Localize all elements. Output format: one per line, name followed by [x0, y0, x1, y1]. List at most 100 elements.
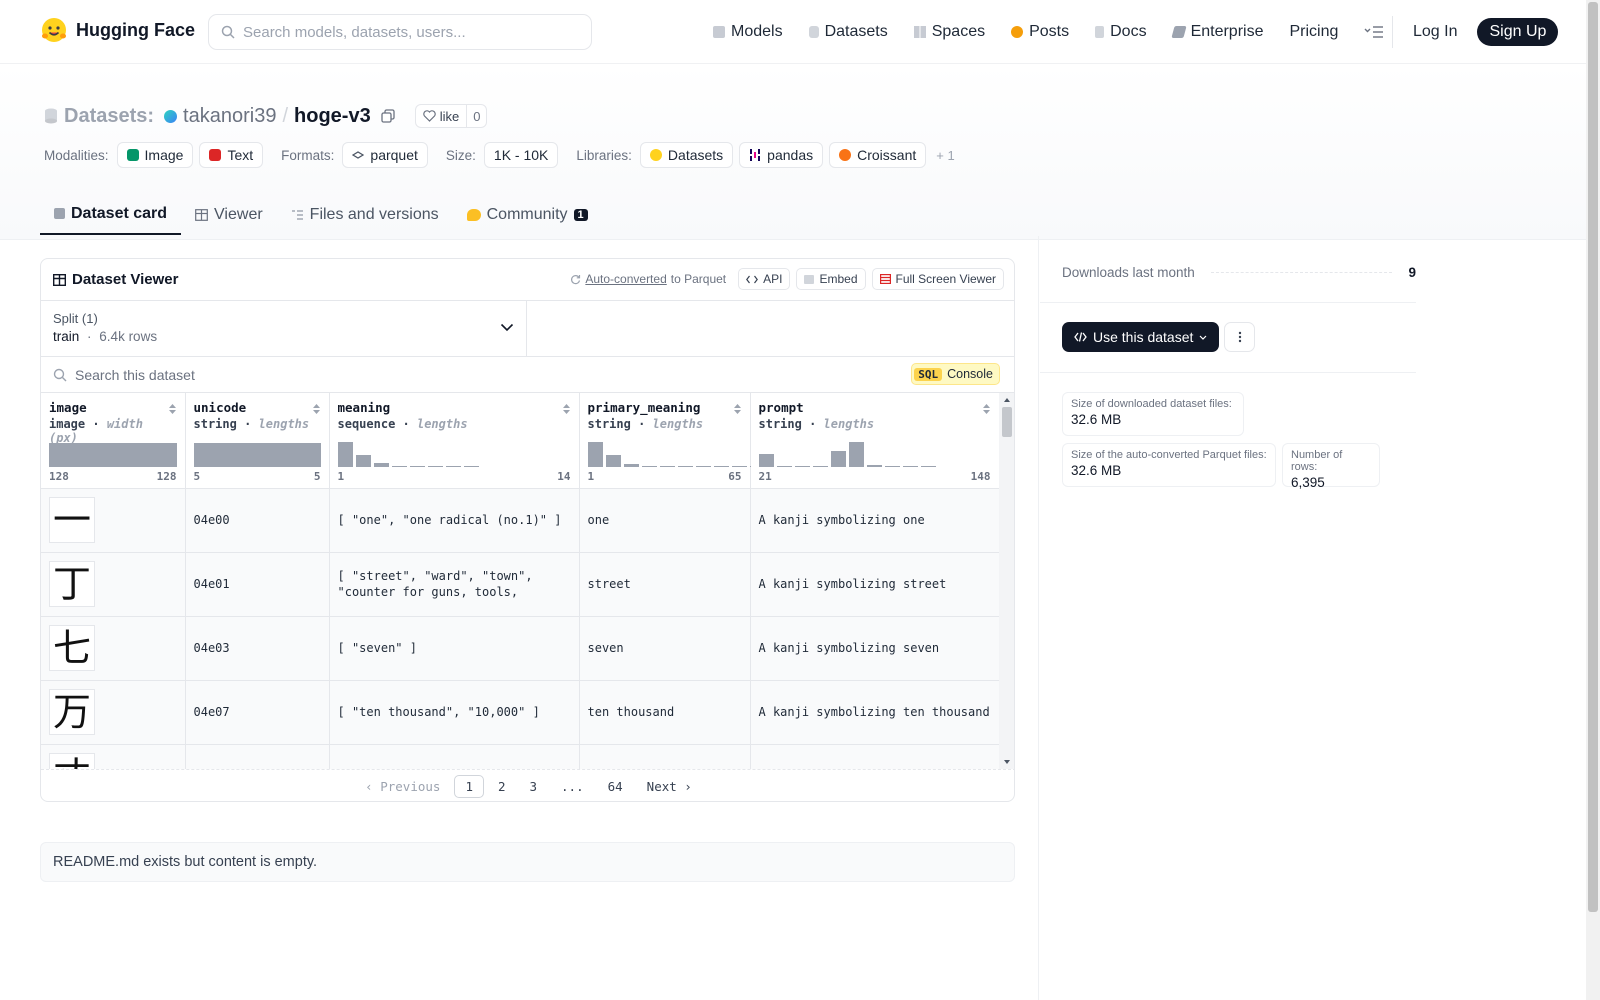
tag-parquet[interactable]: parquet	[342, 142, 428, 168]
nav-posts[interactable]: Posts	[998, 0, 1082, 64]
cell-image[interactable]: 丁	[41, 552, 186, 617]
cell-prompt[interactable]: A kanji symbolizing street	[750, 552, 999, 617]
page-3-button[interactable]: 3	[520, 776, 548, 797]
cell-unicode[interactable]: 04e03	[185, 616, 330, 681]
page-scrollbar[interactable]	[1586, 0, 1600, 1000]
sort-icon[interactable]	[562, 403, 571, 415]
cell-image[interactable]: 丈	[41, 744, 186, 769]
fullscreen-button[interactable]: Full Screen Viewer	[871, 268, 1004, 290]
histogram-bar[interactable]	[445, 466, 461, 467]
tab-files[interactable]: Files and versions	[277, 194, 453, 235]
histogram-bar[interactable]	[355, 455, 371, 467]
histogram-bar[interactable]	[193, 443, 321, 467]
page-64-button[interactable]: 64	[598, 776, 633, 797]
column-header-image[interactable]: image image · width (px) 128 128	[41, 393, 186, 489]
tag-croissant-lib[interactable]: Croissant	[829, 142, 927, 168]
histogram-bar[interactable]	[713, 466, 729, 467]
histogram-bar[interactable]	[677, 466, 693, 467]
owner-link[interactable]: takanori39	[183, 105, 276, 128]
histogram-bar[interactable]	[659, 466, 675, 467]
cell-image[interactable]: 万	[41, 680, 186, 745]
histogram-bar[interactable]	[920, 466, 936, 467]
cell-unicode[interactable]: 04e00	[185, 488, 330, 553]
tag-text[interactable]: Text	[199, 142, 264, 168]
table-scrollbar[interactable]	[999, 393, 1015, 769]
cell-unicode[interactable]: 04e07	[185, 680, 330, 745]
histogram-bar[interactable]	[758, 454, 774, 467]
histogram-bar[interactable]	[391, 466, 407, 467]
cell-prompt[interactable]: A kanji symbolizing ten thousand	[750, 680, 999, 745]
tag-size[interactable]: 1K - 10K	[483, 142, 559, 168]
cell-image[interactable]: 一	[41, 488, 186, 553]
auto-converted-link[interactable]: Auto-converted	[585, 272, 666, 286]
kanji-image[interactable]: 一	[49, 497, 95, 543]
nav-docs[interactable]: Docs	[1082, 0, 1159, 64]
kanji-image[interactable]: 丈	[49, 753, 95, 769]
cell-primary-meaning[interactable]: ten thousand	[579, 680, 751, 745]
use-dataset-button[interactable]: Use this dataset	[1062, 322, 1220, 352]
split-select[interactable]: Split (1) train · 6.4k rows	[41, 301, 527, 357]
table-row[interactable]: 一 04e00 [ "one", "one radical (no.1)" ] one…	[41, 488, 999, 553]
histogram-bar[interactable]	[812, 466, 828, 467]
histogram-bar[interactable]	[605, 455, 621, 467]
previous-page-button[interactable]: ‹ Previous	[355, 776, 450, 797]
sql-console-button[interactable]: SQL Console	[911, 363, 1000, 385]
nav-datasets[interactable]: Datasets	[796, 0, 901, 64]
histogram-bar[interactable]	[794, 466, 810, 467]
cell-image[interactable]: 七	[41, 616, 186, 681]
sort-icon[interactable]	[168, 403, 177, 415]
embed-button[interactable]: Embed	[796, 268, 866, 290]
login-link[interactable]: Log In	[1405, 23, 1465, 41]
histogram-bar[interactable]	[623, 464, 639, 467]
cell-meaning[interactable]: [ "seven" ]	[329, 616, 580, 681]
histogram-bar[interactable]	[587, 442, 603, 467]
dataset-search[interactable]: SQLConsole	[41, 357, 1014, 393]
owner-avatar[interactable]	[164, 109, 178, 123]
histogram-bar[interactable]	[884, 466, 900, 467]
scroll-up-icon[interactable]	[999, 395, 1015, 405]
histogram-bar[interactable]	[902, 466, 918, 467]
cell-meaning[interactable]: [ "length", "ten shaku",	[329, 744, 580, 769]
nav-models[interactable]: Models	[700, 0, 796, 64]
sort-icon[interactable]	[982, 403, 991, 415]
repo-name[interactable]: hoge-v3	[294, 105, 371, 128]
like-button[interactable]: like 0	[414, 104, 488, 128]
table-scroll-thumb[interactable]	[1002, 407, 1012, 437]
cell-meaning[interactable]: [ "one", "one radical (no.1)" ]	[329, 488, 580, 553]
sort-icon[interactable]	[312, 403, 321, 415]
histogram-bar[interactable]	[830, 451, 846, 467]
nav-enterprise[interactable]: Enterprise	[1160, 0, 1277, 64]
tag-pandas-lib[interactable]: pandas	[739, 142, 824, 168]
cell-primary-meaning[interactable]: seven	[579, 616, 751, 681]
scroll-down-icon[interactable]	[999, 757, 1015, 767]
histogram-bar[interactable]	[776, 466, 792, 467]
table-row[interactable]: 七 04e03 [ "seven" ] seven A kanji symbolizin…	[41, 616, 999, 681]
column-header-unicode[interactable]: unicode string · lengths 5 5	[185, 393, 330, 489]
tag-image[interactable]: Image	[116, 142, 194, 168]
cell-primary-meaning[interactable]: one	[579, 488, 751, 553]
histogram-bar[interactable]	[337, 442, 353, 467]
cell-prompt[interactable]	[750, 744, 999, 769]
kanji-image[interactable]: 万	[49, 689, 95, 735]
column-header-primary-meaning[interactable]: primary_meaning string · lengths 1 65	[579, 393, 765, 489]
histogram-bar[interactable]	[409, 466, 425, 467]
signup-button[interactable]: Sign Up	[1477, 18, 1559, 46]
next-page-button[interactable]: Next ›	[637, 776, 702, 797]
table-row[interactable]: 丁 04e01[ "street", "ward", "town", "count…	[41, 552, 999, 617]
more-libraries[interactable]: + 1	[936, 148, 954, 163]
cell-unicode[interactable]: 04e01	[185, 552, 330, 617]
column-header-meaning[interactable]: meaning sequence · lengths 1 14	[329, 393, 580, 489]
column-header-prompt[interactable]: prompt string · lengths 21 148	[750, 393, 999, 489]
page-2-button[interactable]: 2	[488, 776, 516, 797]
page-1-button[interactable]: 1	[454, 775, 484, 798]
table-row[interactable]: 万 04e07 [ "ten thousand", "10,000" ] ten th…	[41, 680, 999, 745]
nav-more-menu[interactable]	[1351, 0, 1397, 64]
tab-dataset-card[interactable]: Dataset card	[40, 194, 182, 235]
more-options-button[interactable]	[1224, 322, 1255, 352]
kanji-image[interactable]: 七	[49, 625, 95, 671]
cell-primary-meaning[interactable]: street	[579, 552, 751, 617]
histogram-bar[interactable]	[373, 463, 389, 467]
histogram-bar[interactable]	[695, 466, 711, 467]
tab-viewer[interactable]: Viewer	[181, 194, 277, 235]
histogram-bar[interactable]	[463, 466, 479, 467]
